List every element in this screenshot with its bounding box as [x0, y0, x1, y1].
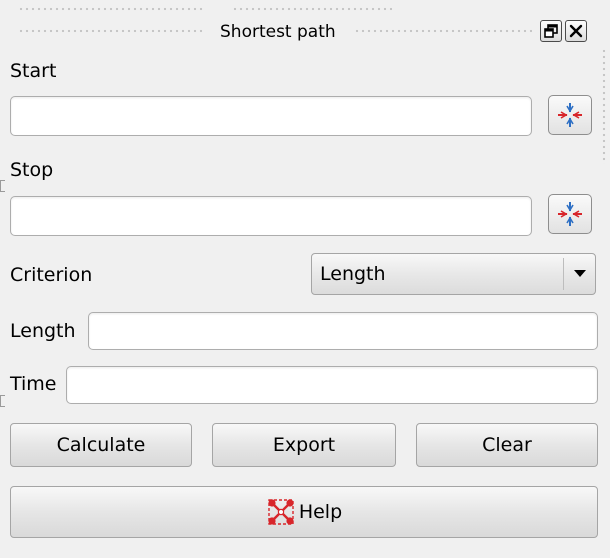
calculate-button-label: Calculate: [56, 434, 146, 456]
length-output[interactable]: [89, 313, 597, 349]
time-label: Time: [10, 373, 57, 395]
float-button[interactable]: [540, 20, 562, 42]
time-field[interactable]: [66, 366, 598, 404]
splitter-handle-lower[interactable]: [0, 395, 5, 407]
capture-point-icon: [558, 103, 582, 127]
stop-field[interactable]: [10, 196, 532, 236]
float-window-icon: [544, 24, 558, 38]
dock-grip-right: [601, 48, 607, 164]
clear-button-label: Clear: [482, 434, 532, 456]
start-capture-button[interactable]: [548, 95, 592, 135]
title-grip-left: [18, 6, 203, 12]
title-grip-right: [354, 28, 532, 34]
capture-point-icon: [558, 202, 582, 226]
panel-title: Shortest path: [220, 22, 336, 42]
clear-button[interactable]: Clear: [416, 423, 598, 467]
time-output[interactable]: [67, 367, 597, 403]
stop-capture-button[interactable]: [548, 194, 592, 234]
help-button-label: Help: [298, 501, 343, 523]
criterion-select[interactable]: Length: [311, 253, 596, 295]
close-button[interactable]: [565, 20, 587, 42]
help-button[interactable]: Help: [10, 486, 598, 538]
title-grip-top: [232, 6, 392, 12]
start-label: Start: [10, 60, 57, 82]
combo-separator: [563, 258, 564, 290]
start-field[interactable]: [10, 96, 532, 136]
title-grip-left-lower: [18, 28, 203, 34]
criterion-selected-value: Length: [320, 263, 386, 285]
help-icon: [268, 499, 294, 525]
chevron-down-icon[interactable]: [574, 270, 586, 278]
length-field[interactable]: [88, 312, 598, 350]
close-icon: [569, 24, 583, 38]
shortest-path-panel: Shortest path Start Stop Criterion Lengt…: [0, 0, 610, 558]
stop-input[interactable]: [11, 197, 531, 235]
stop-label: Stop: [10, 159, 54, 181]
export-button[interactable]: Export: [212, 423, 396, 467]
splitter-handle[interactable]: [0, 180, 5, 192]
length-label: Length: [10, 320, 76, 342]
criterion-label: Criterion: [10, 264, 93, 286]
calculate-button[interactable]: Calculate: [10, 423, 192, 467]
start-input[interactable]: [11, 97, 531, 135]
export-button-label: Export: [272, 434, 336, 456]
title-bar[interactable]: Shortest path: [0, 6, 610, 48]
